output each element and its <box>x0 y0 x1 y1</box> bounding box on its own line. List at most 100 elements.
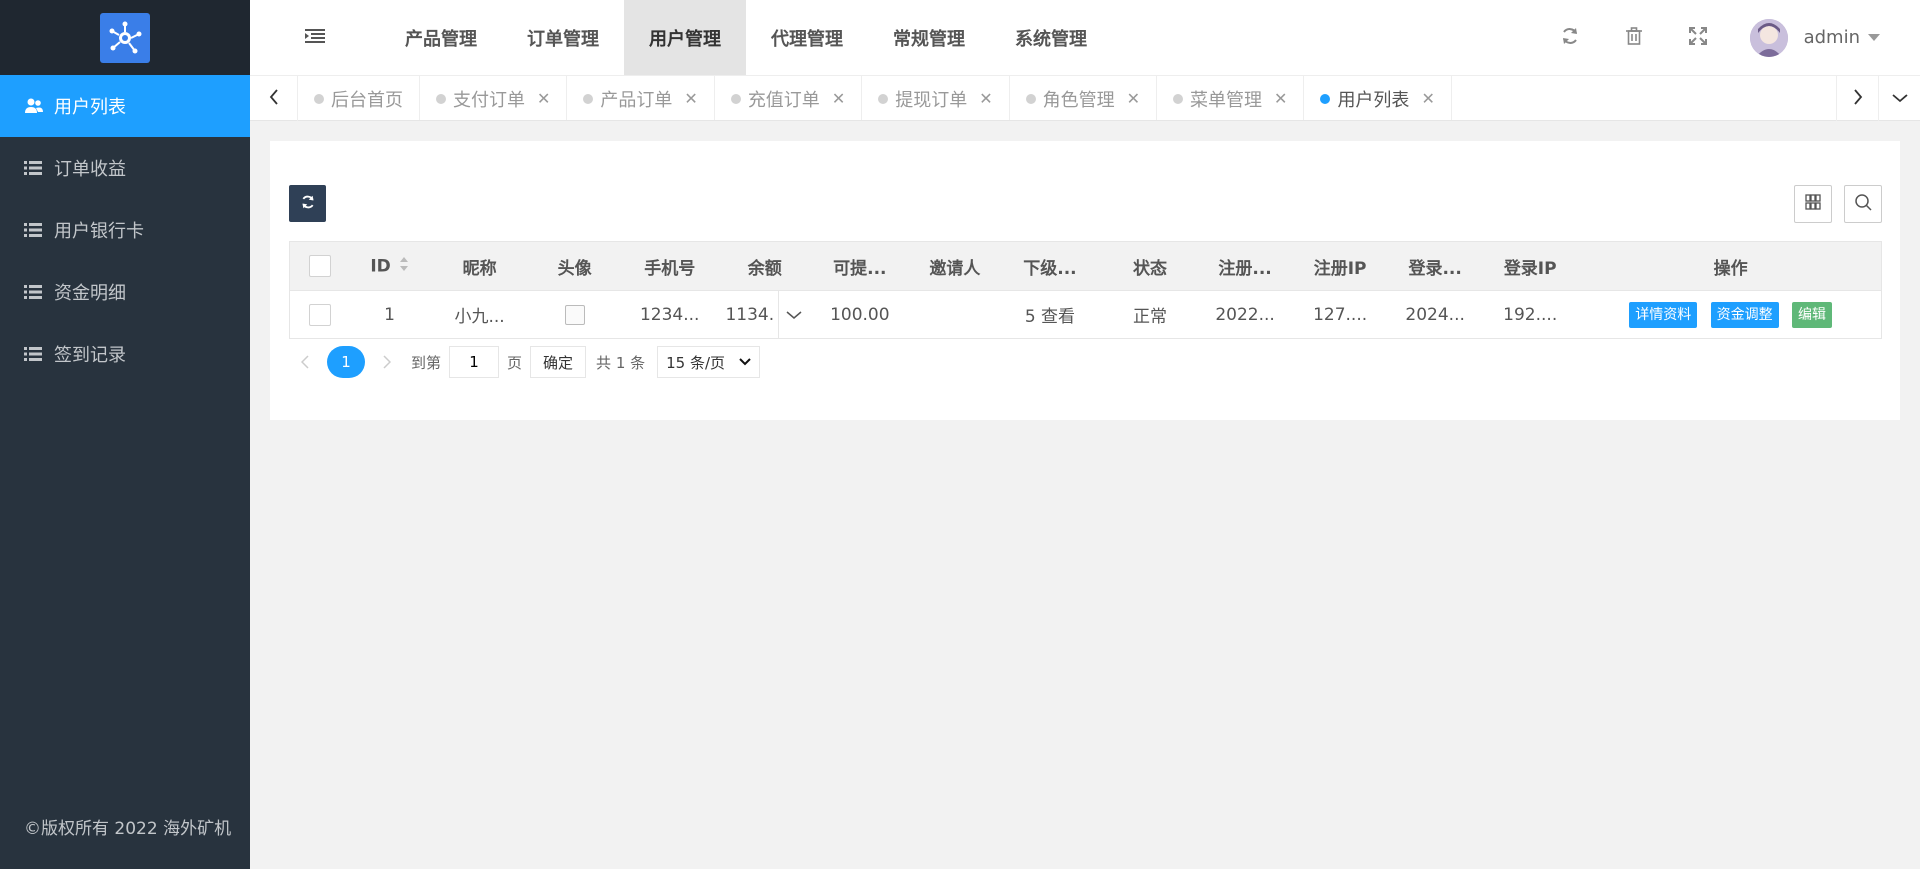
column-header-withdrawable: 可提... <box>809 241 910 291</box>
column-header-phone: 手机号 <box>619 241 720 291</box>
sidebar: 用户列表 订单收益 用户银行卡 资金明细 签到记录 ©版权所有 2022 海外矿… <box>0 0 250 869</box>
cell-phone: 1234... <box>619 290 720 339</box>
sidebar-item-label: 签到记录 <box>54 345 126 366</box>
cell-id: 1 <box>349 290 430 339</box>
cell-login-time: 2024... <box>1390 290 1481 339</box>
tab-user-list[interactable]: 用户列表 ✕ <box>1304 76 1452 120</box>
nav-user-management[interactable]: 用户管理 <box>624 0 746 75</box>
fund-adjust-button[interactable]: 资金调整 <box>1710 301 1779 328</box>
select-all-cell <box>289 241 350 291</box>
tabs-dropdown-button[interactable] <box>1878 76 1920 121</box>
sidebar-item-bank-cards[interactable]: 用户银行卡 <box>0 199 250 261</box>
refresh-button[interactable] <box>1538 0 1602 75</box>
goto-page-input[interactable] <box>449 346 500 378</box>
chevron-down-icon <box>739 358 751 366</box>
close-icon[interactable]: ✕ <box>979 89 992 108</box>
cell-status: 正常 <box>1099 290 1201 339</box>
cell-expand-button[interactable] <box>777 291 810 338</box>
table-row: 1 小九... 1234... 1134. 100.00 5 查看 正常 202… <box>289 290 1882 339</box>
tab-dashboard[interactable]: 后台首页 <box>298 76 420 120</box>
chevron-left-icon <box>269 88 279 109</box>
tab-recharge-orders[interactable]: 充值订单 ✕ <box>715 76 863 120</box>
nav-order-management[interactable]: 订单管理 <box>502 0 624 75</box>
pagination: 1 到第 页 确定 共 1 条 15 条/页 <box>289 346 761 378</box>
table-header-row: ID 昵称 头像 手机号 余额 可提... 邀请人 下级... 状态 注册...… <box>289 241 1882 291</box>
nav-product-management[interactable]: 产品管理 <box>380 0 502 75</box>
tab-role-management[interactable]: 角色管理 ✕ <box>1010 76 1158 120</box>
tabs-scroll-right-button[interactable] <box>1836 76 1878 121</box>
search-toggle-button[interactable] <box>1844 185 1882 223</box>
tab-withdraw-orders[interactable]: 提现订单 ✕ <box>862 76 1010 120</box>
tab-payment-orders[interactable]: 支付订单 ✕ <box>420 76 568 120</box>
page-tabs-bar: 后台首页 支付订单 ✕ 产品订单 ✕ 充值订单 ✕ 提现订单 ✕ 角色管理 ✕ <box>250 75 1920 121</box>
edit-button[interactable]: 编辑 <box>1792 301 1833 328</box>
column-header-login-time: 登录... <box>1390 241 1481 291</box>
tabs-controls <box>1836 76 1920 121</box>
next-page-button[interactable] <box>371 346 403 378</box>
chevron-down-icon <box>786 310 802 319</box>
column-header-login-ip: 登录IP <box>1480 241 1581 291</box>
sidebar-item-label: 订单收益 <box>54 159 126 180</box>
column-filter-button[interactable] <box>1794 185 1832 223</box>
close-icon[interactable]: ✕ <box>537 89 550 108</box>
sidebar-item-label: 用户银行卡 <box>54 221 144 242</box>
tab-label: 菜单管理 <box>1190 89 1263 111</box>
page-number[interactable]: 1 <box>327 346 365 378</box>
chevron-right-icon <box>1853 88 1863 109</box>
nav-agent-management[interactable]: 代理管理 <box>746 0 868 75</box>
tab-product-orders[interactable]: 产品订单 ✕ <box>567 76 715 120</box>
close-icon[interactable]: ✕ <box>684 89 697 108</box>
tabs-scroll-left-button[interactable] <box>250 76 298 121</box>
refresh-icon <box>301 195 315 213</box>
chevron-right-icon <box>383 355 391 369</box>
menu-fold-icon <box>305 28 325 48</box>
tab-menu-management[interactable]: 菜单管理 ✕ <box>1157 76 1305 120</box>
sidebar-item-order-earnings[interactable]: 订单收益 <box>0 137 250 199</box>
user-menu[interactable]: admin <box>1730 18 1920 57</box>
columns-icon <box>1805 194 1821 214</box>
sidebar-toggle-button[interactable] <box>250 0 380 75</box>
nav-general-management[interactable]: 常规管理 <box>868 0 990 75</box>
close-icon[interactable]: ✕ <box>1421 89 1434 108</box>
list-icon <box>24 223 44 237</box>
cell-nickname: 小九... <box>429 290 530 339</box>
sidebar-item-user-list[interactable]: 用户列表 <box>0 75 250 137</box>
avatar <box>1749 18 1788 57</box>
column-header-actions: 操作 <box>1580 241 1882 291</box>
clear-cache-button[interactable] <box>1602 0 1666 75</box>
tab-label: 角色管理 <box>1042 89 1115 111</box>
close-icon[interactable]: ✕ <box>832 89 845 108</box>
column-header-id[interactable]: ID <box>349 241 430 291</box>
table-refresh-button[interactable] <box>289 185 326 222</box>
prev-page-button[interactable] <box>289 346 321 378</box>
select-all-checkbox[interactable] <box>308 255 331 277</box>
cell-login-ip: 192.... <box>1480 290 1581 339</box>
details-button[interactable]: 详情资料 <box>1629 301 1698 328</box>
copyright: ©版权所有 2022 海外矿机 <box>24 819 232 839</box>
cell-subordinates[interactable]: 5 查看 <box>999 290 1100 339</box>
close-icon[interactable]: ✕ <box>1127 89 1140 108</box>
username: admin <box>1803 27 1860 48</box>
sort-icon[interactable] <box>399 256 409 277</box>
tab-label: 充值订单 <box>747 89 820 111</box>
sidebar-item-label: 用户列表 <box>54 97 126 118</box>
logo-icon[interactable] <box>100 12 150 63</box>
sidebar-item-checkin-records[interactable]: 签到记录 <box>0 323 250 385</box>
tab-dot <box>1025 93 1036 104</box>
sidebar-item-fund-details[interactable]: 资金明细 <box>0 261 250 323</box>
column-header-inviter: 邀请人 <box>909 241 1000 291</box>
tab-dot <box>878 93 889 104</box>
table-tools <box>1794 185 1882 223</box>
fullscreen-button[interactable] <box>1666 0 1730 75</box>
nav-system-management[interactable]: 系统管理 <box>990 0 1112 75</box>
column-label: ID <box>370 256 391 276</box>
tab-dot <box>314 93 324 104</box>
row-checkbox[interactable] <box>308 303 331 326</box>
close-icon[interactable]: ✕ <box>1274 89 1287 108</box>
chevron-left-icon <box>301 355 309 369</box>
goto-confirm-button[interactable]: 确定 <box>530 346 587 378</box>
page-size-select[interactable]: 15 条/页 <box>657 346 761 378</box>
sidebar-menu: 用户列表 订单收益 用户银行卡 资金明细 签到记录 <box>0 75 250 385</box>
page-label: 页 <box>507 353 523 372</box>
page-tabs: 后台首页 支付订单 ✕ 产品订单 ✕ 充值订单 ✕ 提现订单 ✕ 角色管理 ✕ <box>298 76 1836 120</box>
